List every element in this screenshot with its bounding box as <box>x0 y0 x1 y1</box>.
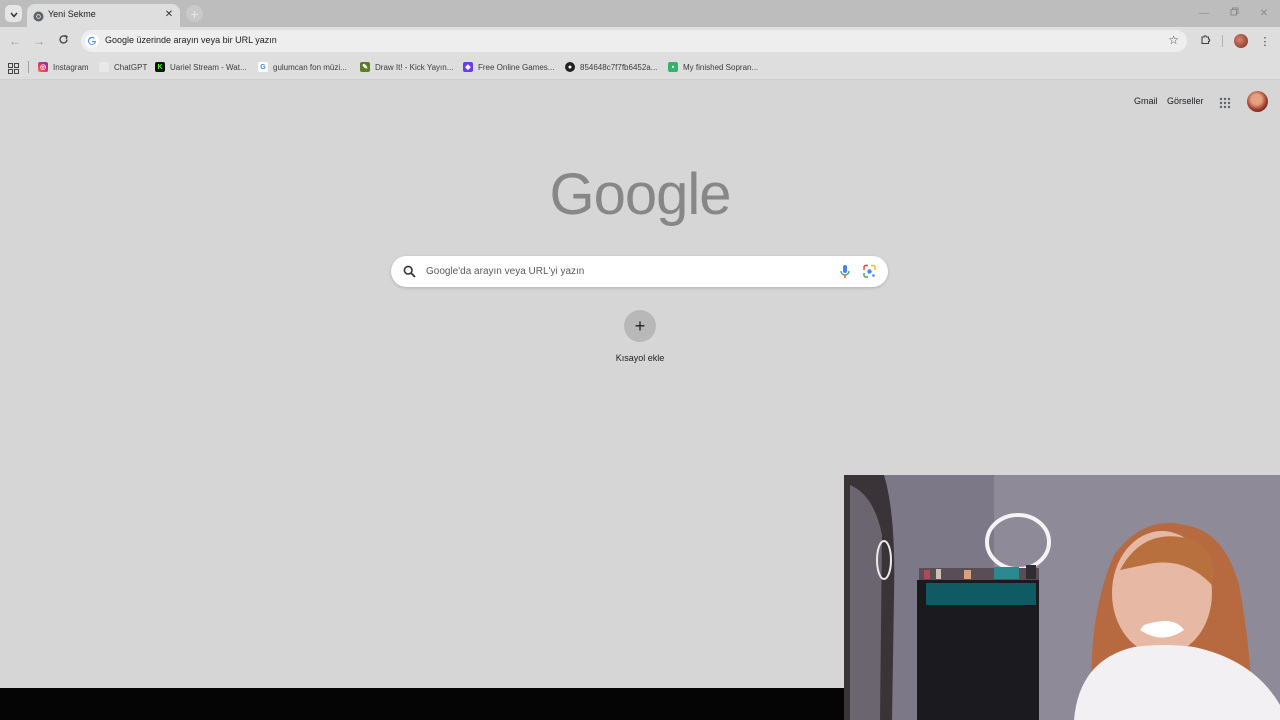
google-icon <box>85 34 99 48</box>
reload-button[interactable] <box>55 33 71 49</box>
bookmarks-bar: ◎ Instagram ChatGPT K Uariel Stream - Wa… <box>0 55 1280 80</box>
bookmark-draw-it[interactable]: ✎ Draw It! - Kick Yayın... <box>360 60 453 74</box>
more-vert-icon: ⋮ <box>1259 35 1271 48</box>
address-bar-text: Google üzerinde arayın veya bir URL yazı… <box>105 35 277 45</box>
bookmark-uariel-stream[interactable]: K Uariel Stream - Wat... <box>155 60 247 74</box>
arrow-right-icon: → <box>33 34 45 48</box>
close-window-button[interactable]: ✕ <box>1257 6 1271 20</box>
bookmark-label: Uariel Stream - Wat... <box>170 62 247 72</box>
bookmark-gulumcan[interactable]: G gulumcan fon müzi... <box>258 60 347 74</box>
extensions-button[interactable] <box>1197 33 1213 49</box>
tab-title: Yeni Sekme <box>48 9 96 19</box>
bookmark-label: Instagram <box>53 62 89 72</box>
drawit-icon: ✎ <box>360 62 370 72</box>
bookmark-label: gulumcan fon müzi... <box>273 62 347 72</box>
plus-icon: + <box>634 315 646 336</box>
add-shortcut-label: Kısayol ekle <box>615 353 665 363</box>
bookmark-github-gist[interactable]: ● 854648c7f7fb6452a... <box>565 60 657 74</box>
apps-icon[interactable] <box>8 61 19 74</box>
forward-button[interactable]: → <box>31 33 47 49</box>
bookmark-label: My finished Sopran... <box>683 62 759 72</box>
search-box[interactable]: Google'da arayın veya URL'yi yazın <box>391 256 888 287</box>
new-tab-button[interactable]: + <box>186 5 203 22</box>
bottom-black-bar <box>0 688 844 720</box>
bookmark-star-icon[interactable]: ☆ <box>1168 33 1179 47</box>
profile-avatar[interactable] <box>1234 34 1248 48</box>
google-apps-icon[interactable] <box>1219 96 1231 109</box>
minimize-icon: — <box>1199 7 1209 19</box>
toolbar: ← → Google üzerinde arayın veya bir URL … <box>0 27 1280 55</box>
restore-icon <box>1230 7 1239 19</box>
address-bar[interactable]: Google üzerinde arayın veya bir URL yazı… <box>81 30 1187 52</box>
plus-icon: + <box>190 5 199 22</box>
bookmarks-divider <box>28 61 29 73</box>
bookmark-chatgpt[interactable]: ChatGPT <box>99 60 147 74</box>
chevron-down-icon <box>9 5 18 23</box>
instagram-icon: ◎ <box>38 62 48 72</box>
chatgpt-icon <box>99 62 109 72</box>
arrow-left-icon: ← <box>9 34 21 48</box>
chrome-icon <box>33 9 44 22</box>
restore-button[interactable] <box>1227 6 1241 20</box>
chat-icon: ▪ <box>668 62 678 72</box>
google-icon: G <box>258 62 268 72</box>
toolbar-divider <box>1222 35 1223 47</box>
gmail-link[interactable]: Gmail <box>1134 96 1158 106</box>
account-avatar[interactable] <box>1247 91 1268 112</box>
close-icon: ✕ <box>1259 7 1269 19</box>
bookmark-label: Draw It! - Kick Yayın... <box>375 62 454 72</box>
bookmark-free-online-games[interactable]: ◆ Free Online Games... <box>463 60 554 74</box>
menu-button[interactable]: ⋮ <box>1257 33 1273 49</box>
minimize-button[interactable]: — <box>1197 6 1211 20</box>
images-link[interactable]: Görseller <box>1167 96 1204 106</box>
kick-icon: K <box>155 62 165 72</box>
puzzle-icon <box>1200 34 1211 48</box>
search-input[interactable]: Google'da arayın veya URL'yi yazın <box>426 266 584 277</box>
bookmark-instagram[interactable]: ◎ Instagram <box>38 60 89 74</box>
github-icon: ● <box>565 62 575 72</box>
bookmark-label: ChatGPT <box>114 62 148 72</box>
bookmark-label: 854648c7f7fb6452a... <box>580 62 658 72</box>
add-shortcut-button[interactable]: + <box>624 310 656 342</box>
bookmark-my-finished-sopran[interactable]: ▪ My finished Sopran... <box>668 60 758 74</box>
webcam-scene <box>844 475 1280 720</box>
google-lens-icon[interactable] <box>862 264 877 279</box>
search-icon <box>403 265 416 278</box>
tab-new-tab[interactable]: Yeni Sekme ✕ <box>27 4 180 27</box>
microphone-icon[interactable] <box>839 264 851 279</box>
bookmark-label: Free Online Games... <box>478 62 555 72</box>
shield-icon: ◆ <box>463 62 473 72</box>
webcam-overlay <box>844 475 1280 720</box>
reload-icon <box>58 34 69 48</box>
tab-search-button[interactable] <box>5 5 22 22</box>
close-tab-icon[interactable]: ✕ <box>162 7 176 21</box>
back-button[interactable]: ← <box>7 33 23 49</box>
tab-strip: Yeni Sekme ✕ + — ✕ <box>0 0 1280 27</box>
google-logo: Google <box>549 162 731 227</box>
